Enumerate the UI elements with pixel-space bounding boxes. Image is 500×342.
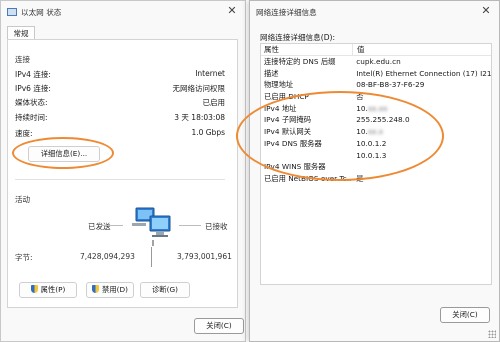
disable-label: 禁用(D)	[102, 285, 128, 294]
list-item[interactable]: IPv4 子网掩码 255.255.248.0	[261, 114, 491, 126]
close-icon[interactable]: ✕	[225, 4, 239, 18]
value-cell: Intel(R) Ethernet Connection (17) I219-V	[356, 68, 491, 78]
details-button[interactable]: 详细信息(E)...	[28, 146, 100, 162]
property-cell	[261, 150, 352, 162]
tab-general[interactable]: 常规	[7, 26, 35, 40]
received-label: 已接收	[205, 222, 228, 231]
value-cell: cupk.edu.cn	[356, 57, 401, 66]
column-header-property[interactable]: 属性	[261, 44, 353, 55]
divider	[15, 179, 225, 180]
list-item[interactable]: IPv4 地址 10.xx.xx	[261, 103, 491, 115]
sent-label: 已发送	[88, 222, 111, 231]
row-value: 已启用	[202, 98, 226, 107]
diagnose-button[interactable]: 诊断(G)	[140, 282, 190, 298]
details-list-label: 网络连接详细信息(D):	[260, 33, 336, 42]
value-cell: 是	[356, 173, 364, 183]
sent-line	[101, 225, 123, 226]
list-item[interactable]: 物理地址 08-BF-B8-37-F6-29	[261, 79, 491, 91]
list-item[interactable]: 描述 Intel(R) Ethernet Connection (17) I219…	[261, 68, 491, 80]
network-activity-icon	[132, 207, 171, 246]
duration-row: 持续时间: 3 天 18:03:08	[15, 112, 225, 124]
bytes-divider	[151, 247, 152, 267]
property-cell: 描述	[264, 68, 279, 78]
property-cell: IPv4 地址	[264, 103, 297, 113]
value-cell: 255.255.248.0	[356, 115, 410, 125]
close-button[interactable]: 关闭(C)	[194, 318, 244, 334]
shield-icon	[92, 285, 100, 293]
property-cell: 物理地址	[264, 80, 294, 90]
redacted-value: xx.x	[367, 127, 384, 137]
value-text: 10.	[356, 127, 368, 137]
value-cell: 10.xx.x	[352, 126, 491, 138]
shield-icon	[30, 285, 38, 293]
network-connection-details-window: 网络连接详细信息 ✕ 网络连接详细信息(D): 属性 值 连接特定的 DNS 后…	[236, 0, 500, 342]
bytes-label: 字节:	[15, 253, 33, 262]
column-header-value[interactable]: 值	[353, 44, 365, 55]
properties-label: 属性(P)	[40, 285, 66, 294]
activity-group-label: 活动	[15, 195, 30, 204]
row-value: 1.0 Gbps	[191, 128, 225, 137]
row-key: IPv6 连接:	[15, 84, 51, 93]
list-item[interactable]: 已启用 NetBIOS over Tc... 是	[261, 173, 491, 185]
connection-group-label: 连接	[15, 55, 30, 64]
property-cell: IPv4 DNS 服务器	[264, 138, 322, 148]
list-item[interactable]: IPv4 WINS 服务器	[261, 161, 491, 173]
disable-button[interactable]: 禁用(D)	[86, 282, 134, 298]
property-cell: IPv4 子网掩码	[264, 115, 312, 125]
row-key: IPv4 连接:	[15, 70, 51, 79]
row-key: 媒体状态:	[15, 98, 48, 107]
resize-grip[interactable]	[488, 330, 496, 338]
list-item[interactable]: 已启用 DHCP 否	[261, 91, 491, 103]
ipv4-connection-row: IPv4 连接: Internet	[15, 69, 225, 81]
list-header: 属性 值	[261, 44, 491, 56]
value-text: 10.	[356, 103, 368, 113]
value-cell: 否	[356, 92, 364, 102]
row-value: Internet	[195, 69, 225, 78]
value-cell: 10.0.1.3	[356, 150, 387, 160]
property-cell: 已启用 NetBIOS over Tc...	[264, 173, 353, 183]
list-item[interactable]: 连接特定的 DNS 后缀 cupk.edu.cn	[261, 56, 491, 68]
value-cell	[352, 161, 491, 173]
media-state-row: 媒体状态: 已启用	[15, 97, 225, 109]
speed-row: 速度: 1.0 Gbps	[15, 128, 225, 140]
redacted-value: xx.xx	[367, 103, 388, 113]
list-item[interactable]: IPv4 DNS 服务器 10.0.1.2	[261, 138, 491, 150]
row-key: 速度:	[15, 129, 33, 138]
property-cell: IPv4 WINS 服务器	[264, 162, 326, 172]
property-cell: IPv4 默认网关	[264, 127, 312, 137]
properties-button[interactable]: 属性(P)	[19, 282, 77, 298]
row-value: 无网络访问权限	[172, 84, 226, 93]
title-bar: 以太网 状态	[1, 1, 245, 23]
close-icon[interactable]: ✕	[479, 4, 493, 18]
property-cell: 已启用 DHCP	[264, 92, 309, 102]
title-bar: 网络连接详细信息	[250, 1, 499, 23]
received-line	[179, 225, 201, 226]
window-title: 网络连接详细信息	[256, 7, 317, 17]
list-item[interactable]: IPv4 默认网关 10.xx.x	[261, 126, 491, 138]
ethernet-status-window: 以太网 状态 ✕ 常规 连接 IPv4 连接: Internet IPv6 连接…	[0, 0, 246, 342]
value-cell: 08-BF-B8-37-F6-29	[356, 80, 425, 90]
window-title: 以太网 状态	[21, 7, 62, 17]
close-button[interactable]: 关闭(C)	[440, 307, 490, 323]
value-cell: 10.0.1.2	[356, 138, 387, 148]
ipv6-connection-row: IPv6 连接: 无网络访问权限	[15, 83, 225, 95]
list-item[interactable]: 10.0.1.3	[261, 150, 491, 162]
value-cell: 10.xx.xx	[352, 103, 491, 115]
bytes-received-value: 3,793,001,961	[177, 252, 232, 261]
row-key: 持续时间:	[15, 113, 48, 122]
bytes-sent-value: 7,428,094,293	[80, 252, 135, 261]
property-cell: 连接特定的 DNS 后缀	[264, 57, 336, 66]
details-list[interactable]: 属性 值 连接特定的 DNS 后缀 cupk.edu.cn 描述 Intel(R) …	[260, 43, 492, 285]
row-value: 3 天 18:03:08	[174, 113, 225, 122]
network-adapter-icon	[7, 8, 17, 16]
